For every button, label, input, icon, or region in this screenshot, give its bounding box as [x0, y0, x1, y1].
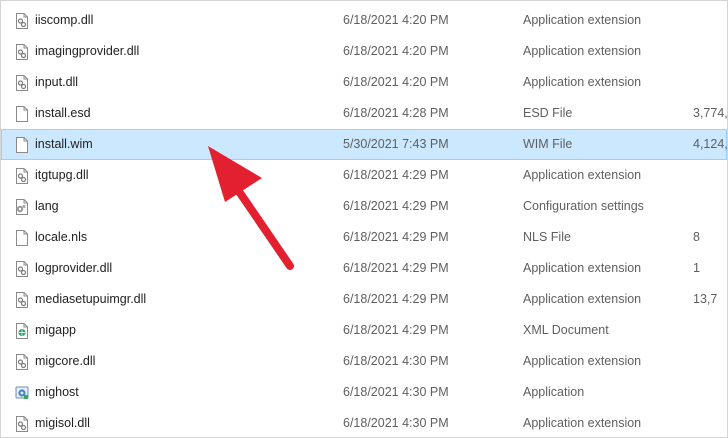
file-size: 3,774,5: [693, 106, 728, 120]
file-name: install.wim: [35, 137, 93, 151]
file-type: WIM File: [523, 137, 573, 151]
file-type: Application extension: [523, 292, 642, 306]
file-type: Application extension: [523, 168, 642, 182]
app-icon: [15, 385, 29, 401]
file-date-modified: 6/18/2021 4:29 PM: [343, 230, 449, 244]
file-type: Application extension: [523, 13, 642, 27]
file-type: Configuration settings: [523, 199, 644, 213]
file-row[interactable]: install.esd 6/18/2021 4:28 PM ESD File 3,77…: [1, 98, 727, 129]
file-list-pane: iiscomp.dll 6/18/2021 4:20 PM Application …: [0, 0, 728, 438]
file-name: migisol.dll: [35, 416, 90, 430]
dll-icon: [15, 13, 29, 29]
dll-icon: [15, 261, 29, 277]
file-date-modified: 6/18/2021 4:20 PM: [343, 13, 449, 27]
file-icon: [15, 106, 29, 122]
file-icon: [15, 137, 29, 153]
file-row[interactable]: lang 6/18/2021 4:29 PM Configuration setti…: [1, 191, 727, 222]
file-name: locale.nls: [35, 230, 88, 244]
file-date-modified: 6/18/2021 4:29 PM: [343, 261, 449, 275]
dll-icon: [15, 292, 29, 308]
file-date-modified: 6/18/2021 4:29 PM: [343, 199, 449, 213]
file-date-modified: 6/18/2021 4:29 PM: [343, 323, 449, 337]
file-type: Application: [523, 385, 585, 399]
file-type: XML Document: [523, 323, 609, 337]
file-size: 4,124,6: [693, 137, 728, 151]
file-row[interactable]: locale.nls 6/18/2021 4:29 PM NLS File 8: [1, 222, 727, 253]
file-row[interactable]: mediasetupuimgr.dll 6/18/2021 4:29 PM Appl…: [1, 284, 727, 315]
file-type: Application extension: [523, 75, 642, 89]
file-name: input.dll: [35, 75, 79, 89]
file-size: 13,7: [693, 292, 718, 306]
file-row[interactable]: iiscomp.dll 6/18/2021 4:20 PM Application …: [1, 5, 727, 36]
file-name: mediasetupuimgr.dll: [35, 292, 147, 306]
file-name: migcore.dll: [35, 354, 96, 368]
file-name: mighost: [35, 385, 79, 399]
dll-icon: [15, 75, 29, 91]
config-icon: [15, 199, 29, 215]
file-size: 8: [693, 230, 700, 244]
file-type: Application extension: [523, 261, 642, 275]
file-icon: [15, 230, 29, 246]
file-date-modified: 6/18/2021 4:20 PM: [343, 75, 449, 89]
file-row[interactable]: itgtupg.dll 6/18/2021 4:29 PM Application …: [1, 160, 727, 191]
file-row[interactable]: install.wim 5/30/2021 7:43 PM WIM File 4,12…: [1, 129, 727, 160]
dll-icon: [15, 44, 29, 60]
file-row[interactable]: migisol.dll 6/18/2021 4:30 PM Application …: [1, 408, 727, 437]
file-row[interactable]: input.dll 6/18/2021 4:20 PM Application ex…: [1, 67, 727, 98]
file-row[interactable]: migcore.dll 6/18/2021 4:30 PM Application …: [1, 346, 727, 377]
file-row[interactable]: imagingprovider.dll 6/18/2021 4:20 PM Appl…: [1, 36, 727, 67]
file-name: logprovider.dll: [35, 261, 113, 275]
file-list: iiscomp.dll 6/18/2021 4:20 PM Application …: [1, 5, 727, 437]
file-row[interactable]: migapp 6/18/2021 4:29 PM XML Document: [1, 315, 727, 346]
file-date-modified: 6/18/2021 4:28 PM: [343, 106, 449, 120]
file-name: migapp: [35, 323, 76, 337]
file-type: Application extension: [523, 44, 642, 58]
file-name: itgtupg.dll: [35, 168, 89, 182]
file-date-modified: 6/18/2021 4:30 PM: [343, 385, 449, 399]
dll-icon: [15, 416, 29, 432]
file-type: Application extension: [523, 354, 642, 368]
dll-icon: [15, 354, 29, 370]
dll-icon: [15, 168, 29, 184]
file-name: lang: [35, 199, 59, 213]
file-type: Application extension: [523, 416, 642, 430]
file-name: iiscomp.dll: [35, 13, 94, 27]
file-date-modified: 6/18/2021 4:30 PM: [343, 416, 449, 430]
file-date-modified: 6/18/2021 4:29 PM: [343, 168, 449, 182]
file-date-modified: 5/30/2021 7:43 PM: [343, 137, 449, 151]
file-size: 1: [693, 261, 700, 275]
xml-icon: [15, 323, 29, 339]
file-date-modified: 6/18/2021 4:30 PM: [343, 354, 449, 368]
file-type: NLS File: [523, 230, 571, 244]
file-row[interactable]: logprovider.dll 6/18/2021 4:29 PM Applicat…: [1, 253, 727, 284]
file-date-modified: 6/18/2021 4:29 PM: [343, 292, 449, 306]
file-name: imagingprovider.dll: [35, 44, 140, 58]
file-name: install.esd: [35, 106, 91, 120]
file-row[interactable]: mighost 6/18/2021 4:30 PM Application: [1, 377, 727, 408]
file-type: ESD File: [523, 106, 573, 120]
file-date-modified: 6/18/2021 4:20 PM: [343, 44, 449, 58]
